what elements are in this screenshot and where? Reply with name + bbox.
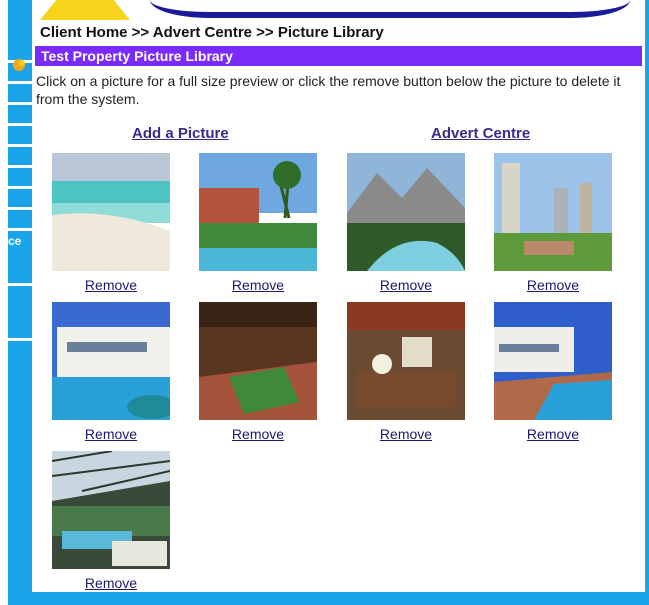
bottom-frame bbox=[8, 592, 649, 605]
picture-item: Remove bbox=[52, 153, 170, 295]
header-banner-inner bbox=[150, 0, 630, 12]
nav-button-8[interactable] bbox=[8, 189, 32, 210]
nav-button-7[interactable] bbox=[8, 168, 32, 189]
remove-button[interactable]: Remove bbox=[85, 277, 137, 293]
instructions-text: Click on a picture for a full size previ… bbox=[36, 73, 621, 107]
beach-picture[interactable] bbox=[52, 153, 170, 271]
billiard-room-picture[interactable] bbox=[199, 302, 317, 420]
picture-item: Remove bbox=[347, 302, 465, 444]
picture-item: Remove bbox=[52, 451, 170, 593]
villa-garden-picture[interactable] bbox=[199, 153, 317, 271]
nav-button-4[interactable] bbox=[8, 105, 32, 126]
left-nav: ce bbox=[8, 42, 32, 341]
picture-item: Remove bbox=[199, 153, 317, 295]
picture-item: Remove bbox=[494, 153, 612, 295]
conservatory-pool-picture[interactable] bbox=[52, 451, 170, 569]
villa-pool-side-picture[interactable] bbox=[494, 302, 612, 420]
nav-button-9[interactable] bbox=[8, 210, 32, 231]
action-links: Add a Picture Advert Centre bbox=[33, 125, 642, 147]
picture-item: Remove bbox=[347, 153, 465, 295]
remove-button[interactable]: Remove bbox=[232, 277, 284, 293]
logo-icon bbox=[13, 59, 25, 71]
remove-button[interactable]: Remove bbox=[85, 575, 137, 591]
add-picture-link[interactable]: Add a Picture bbox=[132, 125, 229, 142]
remove-button[interactable]: Remove bbox=[380, 426, 432, 442]
remove-button[interactable]: Remove bbox=[527, 426, 579, 442]
picture-item: Remove bbox=[52, 302, 170, 444]
nav-button-11[interactable] bbox=[8, 286, 32, 341]
page-title: Test Property Picture Library bbox=[35, 46, 642, 66]
breadcrumb: Client Home >> Advert Centre >> Picture … bbox=[40, 24, 384, 41]
city-park-picture[interactable] bbox=[494, 153, 612, 271]
mountain-river-picture[interactable] bbox=[347, 153, 465, 271]
remove-button[interactable]: Remove bbox=[527, 277, 579, 293]
nav-button-5[interactable] bbox=[8, 126, 32, 147]
remove-button[interactable]: Remove bbox=[232, 426, 284, 442]
nav-button-6[interactable] bbox=[8, 147, 32, 168]
nav-button-3[interactable] bbox=[8, 84, 32, 105]
right-frame bbox=[645, 0, 649, 605]
villa-pool-picture[interactable] bbox=[52, 302, 170, 420]
remove-button[interactable]: Remove bbox=[380, 277, 432, 293]
nav-button-10[interactable]: ce bbox=[8, 231, 32, 286]
living-room-picture[interactable] bbox=[347, 302, 465, 420]
remove-button[interactable]: Remove bbox=[85, 426, 137, 442]
nav-label: ce bbox=[8, 234, 22, 248]
main-content: Client Home >> Advert Centre >> Picture … bbox=[33, 20, 642, 147]
picture-item: Remove bbox=[494, 302, 612, 444]
picture-item: Remove bbox=[199, 302, 317, 444]
advert-centre-link[interactable]: Advert Centre bbox=[431, 125, 530, 142]
header-decoration bbox=[40, 0, 130, 20]
